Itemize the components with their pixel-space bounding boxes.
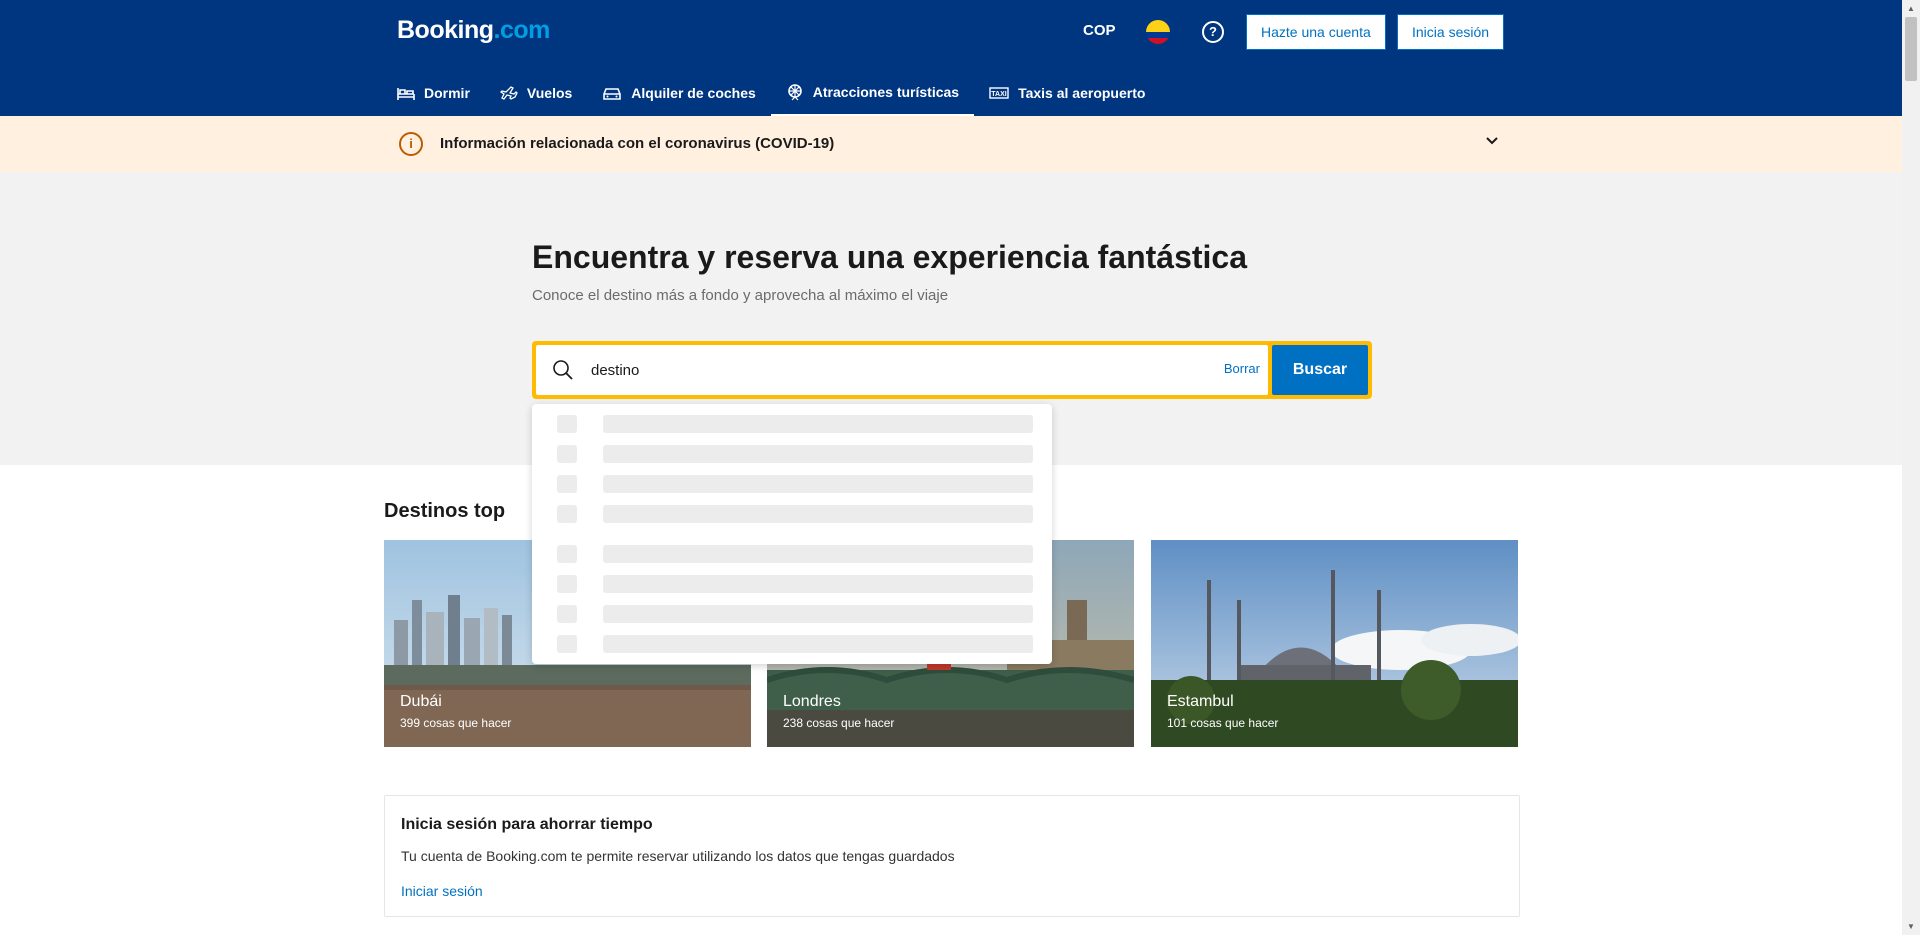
destination-name: Londres (783, 693, 841, 710)
plane-icon (499, 85, 518, 101)
clear-button[interactable]: Borrar (1224, 361, 1260, 376)
skeleton-row (557, 415, 1033, 433)
login-button[interactable]: Inicia sesión (1397, 14, 1505, 50)
car-icon (602, 85, 622, 101)
nav-item-atracciones[interactable]: Atracciones turísticas (770, 70, 975, 116)
search-button[interactable]: Buscar (1272, 345, 1368, 395)
booking-logo[interactable]: Booking.com (397, 16, 550, 45)
autocomplete-dropdown (532, 404, 1052, 664)
nav-item-label: Vuelos (526, 85, 573, 101)
destination-card-estambul[interactable]: Estambul 101 cosas que hacer (1151, 540, 1518, 747)
scroll-up-icon[interactable]: ▲ (1907, 4, 1915, 13)
register-button[interactable]: Hazte una cuenta (1246, 14, 1386, 50)
svg-text:TAXI: TAXI (991, 91, 1006, 98)
scroll-thumb[interactable] (1905, 17, 1917, 81)
login-promo-link[interactable]: Iniciar sesión (401, 883, 483, 899)
main-nav: Dormir Vuelos Alquiler de coches Atracci… (397, 70, 1175, 116)
skeleton-row (557, 635, 1033, 653)
logo-dot-text: .com (493, 16, 551, 44)
chevron-down-icon[interactable] (1484, 132, 1500, 153)
search-bar: Borrar Buscar (532, 341, 1372, 399)
destination-name: Estambul (1167, 693, 1234, 710)
logo-main-text: Booking (397, 16, 494, 44)
taxi-icon: TAXI (989, 86, 1009, 100)
login-promo-text: Tu cuenta de Booking.com te permite rese… (401, 848, 955, 864)
nav-item-label: Atracciones turísticas (812, 84, 960, 100)
nav-item-alquiler[interactable]: Alquiler de coches (587, 70, 770, 116)
scroll-down-icon[interactable]: ▼ (1907, 922, 1915, 931)
covid-banner-label: Información relacionada con el coronavir… (440, 135, 835, 152)
destination-count: 238 cosas que hacer (783, 716, 895, 730)
attractions-icon (786, 83, 804, 101)
page-scrollbar[interactable]: ▲ ▼ (1902, 0, 1920, 935)
search-input[interactable] (591, 357, 1151, 383)
skeleton-row (557, 505, 1033, 523)
skeleton-row (557, 545, 1033, 563)
nav-item-label: Alquiler de coches (631, 85, 756, 101)
skeleton-row (557, 575, 1033, 593)
nav-item-taxis[interactable]: TAXI Taxis al aeropuerto (974, 70, 1160, 116)
header: Booking.com COP ? Hazte una cuenta Inici… (0, 0, 1902, 116)
skeleton-row (557, 445, 1033, 463)
colombia-flag-icon[interactable] (1146, 20, 1170, 44)
skeleton-row (557, 605, 1033, 623)
currency-selector[interactable]: COP (1083, 22, 1116, 39)
bed-icon (397, 85, 415, 101)
search-icon (552, 359, 574, 386)
covid-banner[interactable]: i Información relacionada con el coronav… (0, 116, 1902, 172)
hero-title: Encuentra y reserva una experiencia fant… (532, 239, 1248, 275)
help-icon[interactable]: ? (1202, 21, 1224, 43)
nav-item-vuelos[interactable]: Vuelos (485, 70, 587, 116)
hero-subtitle: Conoce el destino más a fondo y aprovech… (532, 287, 949, 304)
skeleton-row (557, 475, 1033, 493)
nav-item-label: Dormir (424, 85, 470, 101)
destination-count: 399 cosas que hacer (400, 716, 512, 730)
destination-name: Dubái (400, 693, 442, 710)
login-promo-title: Inicia sesión para ahorrar tiempo (401, 816, 653, 833)
login-promo-box: Inicia sesión para ahorrar tiempo Tu cue… (384, 795, 1520, 917)
search-field[interactable]: Borrar (536, 345, 1268, 395)
nav-item-dormir[interactable]: Dormir (382, 70, 485, 116)
nav-item-label: Taxis al aeropuerto (1018, 85, 1146, 101)
info-icon: i (399, 132, 423, 156)
top-destinations-title: Destinos top (384, 500, 506, 522)
destination-count: 101 cosas que hacer (1167, 716, 1279, 730)
